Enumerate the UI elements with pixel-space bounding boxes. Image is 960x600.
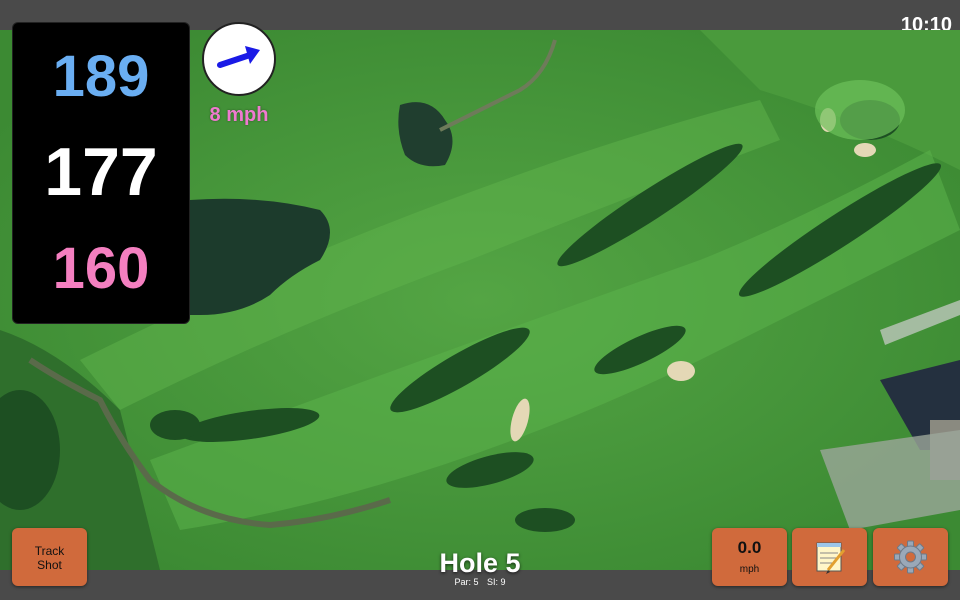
speed-value: 0.0: [737, 538, 762, 557]
wind-speed: 8 mph: [209, 104, 269, 126]
wind-arrow-icon: [217, 46, 260, 68]
hole-stroke-index: SI: 9: [487, 577, 506, 587]
speed-unit: mph: [739, 564, 760, 575]
notepad-icon: [816, 542, 846, 574]
track-shot-label: Track Shot: [34, 544, 65, 572]
gear-icon: [894, 540, 927, 574]
hole-par: Par: 5: [454, 577, 479, 587]
hole-title: Hole 5: [439, 548, 521, 578]
track-shot-button[interactable]: Track Shot: [12, 528, 87, 586]
wind-indicator: [202, 22, 276, 96]
settings-button[interactable]: [873, 528, 948, 586]
back-distance: 189: [52, 44, 150, 109]
speed-button[interactable]: 0.0 mph: [712, 528, 787, 586]
distance-panel: 189 177 160: [12, 22, 190, 324]
hole-info: Par: 5 SI: 9: [380, 577, 580, 587]
scorecard-notes-button[interactable]: [792, 528, 867, 586]
middle-distance: 177: [44, 134, 158, 210]
front-distance: 160: [52, 236, 150, 301]
